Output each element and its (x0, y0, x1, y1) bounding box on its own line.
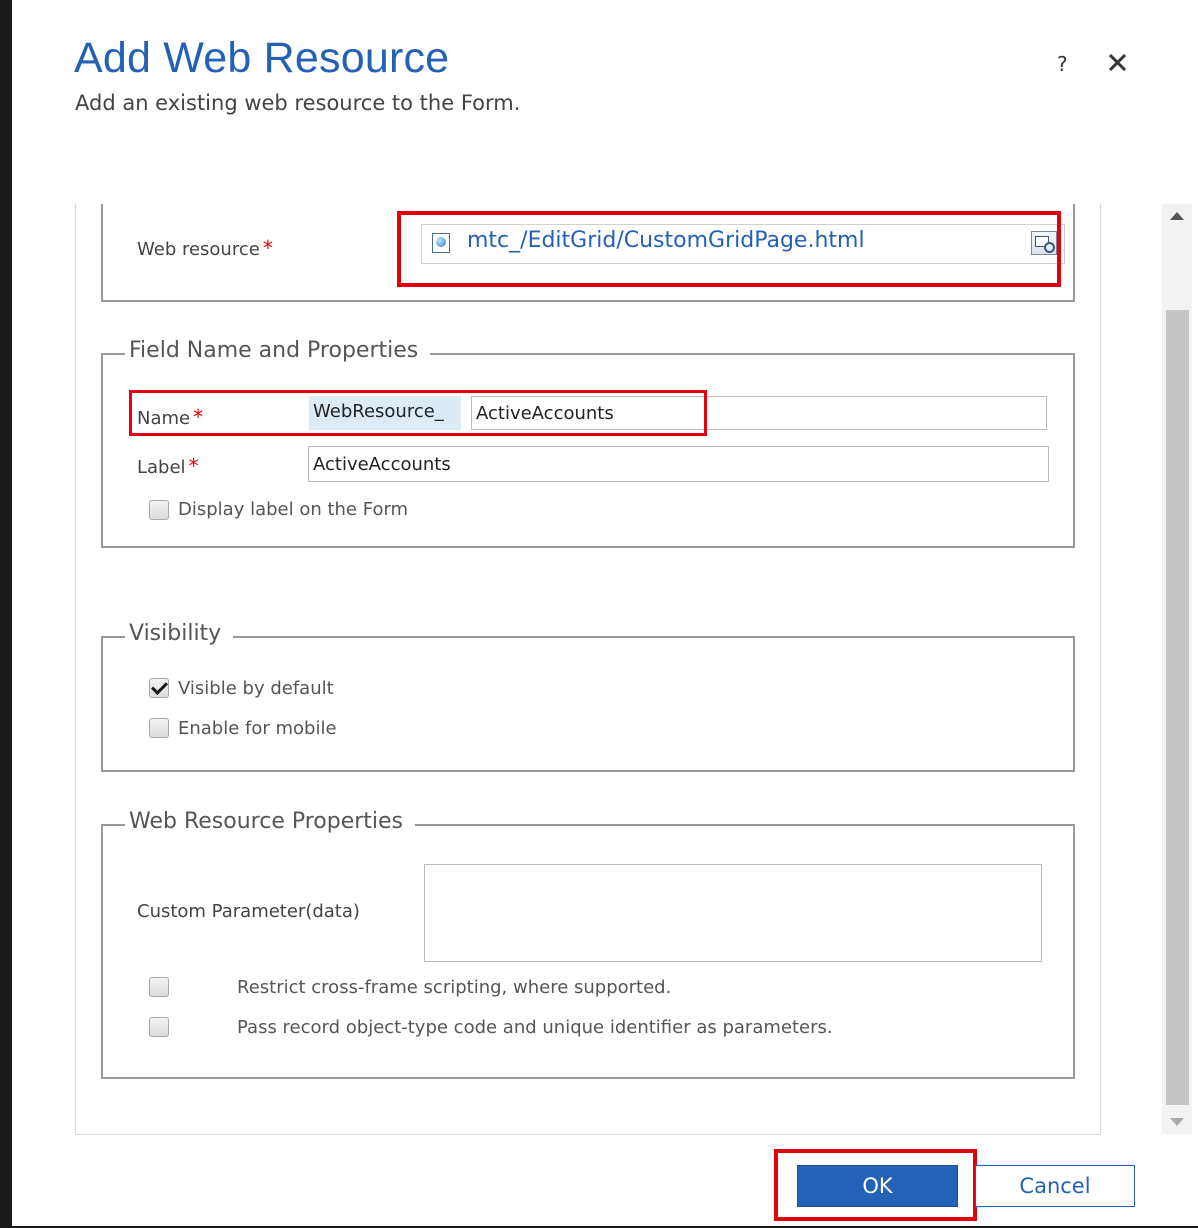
general-section: Web resource * mtc_/EditGrid/CustomGridPa… (101, 204, 1075, 302)
visible-by-default-text: Visible by default (178, 678, 334, 699)
vertical-scrollbar[interactable] (1162, 204, 1192, 1134)
custom-parameter-label: Custom Parameter(data) (137, 901, 360, 922)
display-label-text: Display label on the Form (178, 499, 409, 520)
help-icon[interactable]: ? (1057, 52, 1068, 76)
window-edge (0, 0, 12, 1228)
visibility-legend: Visibility (125, 621, 234, 646)
field-properties-legend: Field Name and Properties (125, 338, 431, 363)
display-label-checkbox[interactable] (149, 500, 169, 520)
dialog-content: Web resource * mtc_/EditGrid/CustomGridPa… (75, 204, 1101, 1135)
custom-parameter-input[interactable] (424, 864, 1042, 962)
visible-by-default-checkbox[interactable] (149, 678, 169, 698)
dialog-subtitle: Add an existing web resource to the Form… (75, 91, 521, 115)
enable-mobile-checkbox[interactable] (149, 718, 169, 738)
scroll-down-arrow-icon[interactable] (1170, 1118, 1184, 1126)
web-resource-label: Web resource * (137, 236, 273, 260)
label-input[interactable] (308, 446, 1049, 482)
cancel-button[interactable]: Cancel (975, 1165, 1135, 1207)
pass-record-checkbox[interactable] (149, 1017, 169, 1037)
web-resource-properties-section: Web Resource Properties Custom Parameter… (101, 809, 1075, 1079)
scroll-thumb[interactable] (1166, 310, 1189, 1105)
close-icon[interactable] (1103, 47, 1133, 77)
name-highlight (129, 390, 707, 436)
enable-mobile-text: Enable for mobile (178, 718, 337, 739)
label-label: Label * (137, 454, 199, 478)
visibility-section: Visibility Visible by default Enable for… (101, 621, 1075, 772)
restrict-cross-frame-text: Restrict cross-frame scripting, where su… (237, 977, 672, 998)
field-properties-section: Field Name and Properties Name * WebResou… (101, 338, 1075, 548)
pass-record-text: Pass record object-type code and unique … (237, 1017, 833, 1038)
dialog-title: Add Web Resource (74, 34, 450, 82)
web-resource-highlight (397, 211, 1061, 287)
web-resource-properties-legend: Web Resource Properties (125, 809, 416, 834)
ok-highlight (774, 1149, 977, 1221)
restrict-cross-frame-checkbox[interactable] (149, 977, 169, 997)
scroll-up-arrow-icon[interactable] (1170, 212, 1184, 220)
